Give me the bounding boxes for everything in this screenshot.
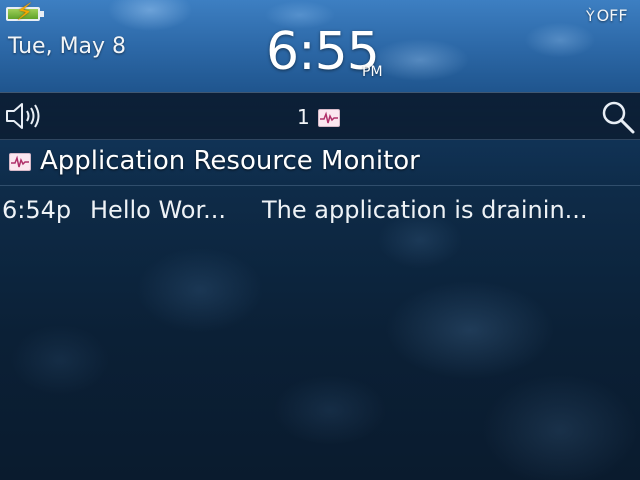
antenna-icon: Ỳ bbox=[586, 9, 595, 25]
notification-bar: 1 bbox=[0, 92, 640, 140]
notification-count[interactable]: 1 bbox=[297, 105, 310, 129]
radio-status-label: OFF bbox=[596, 6, 628, 25]
list-item[interactable]: 6:54p Hello Wor... The application is dr… bbox=[0, 188, 640, 232]
charging-bolt-icon: ⚡ bbox=[16, 0, 33, 26]
message-time: 6:54p bbox=[2, 196, 72, 224]
speaker-icon[interactable] bbox=[4, 99, 44, 133]
message-preview: The application is drainin... bbox=[262, 196, 588, 224]
message-group-title: Application Resource Monitor bbox=[40, 146, 420, 176]
clock-ampm: PM bbox=[362, 64, 383, 80]
date-label: Tue, May 8 bbox=[8, 34, 127, 59]
search-icon[interactable] bbox=[600, 99, 636, 135]
message-group-header[interactable]: Application Resource Monitor bbox=[0, 140, 640, 186]
app-resource-monitor-icon[interactable] bbox=[318, 109, 340, 127]
app-resource-monitor-icon bbox=[9, 153, 31, 171]
home-screen: ⚡ Tue, May 8 6:55 PM Ỳ OFF 1 Application… bbox=[0, 0, 640, 480]
battery-icon: ⚡ bbox=[6, 0, 46, 24]
radio-status: Ỳ OFF bbox=[586, 6, 628, 25]
status-banner: ⚡ Tue, May 8 6:55 PM Ỳ OFF bbox=[0, 0, 640, 92]
message-sender: Hello Wor... bbox=[90, 196, 227, 224]
